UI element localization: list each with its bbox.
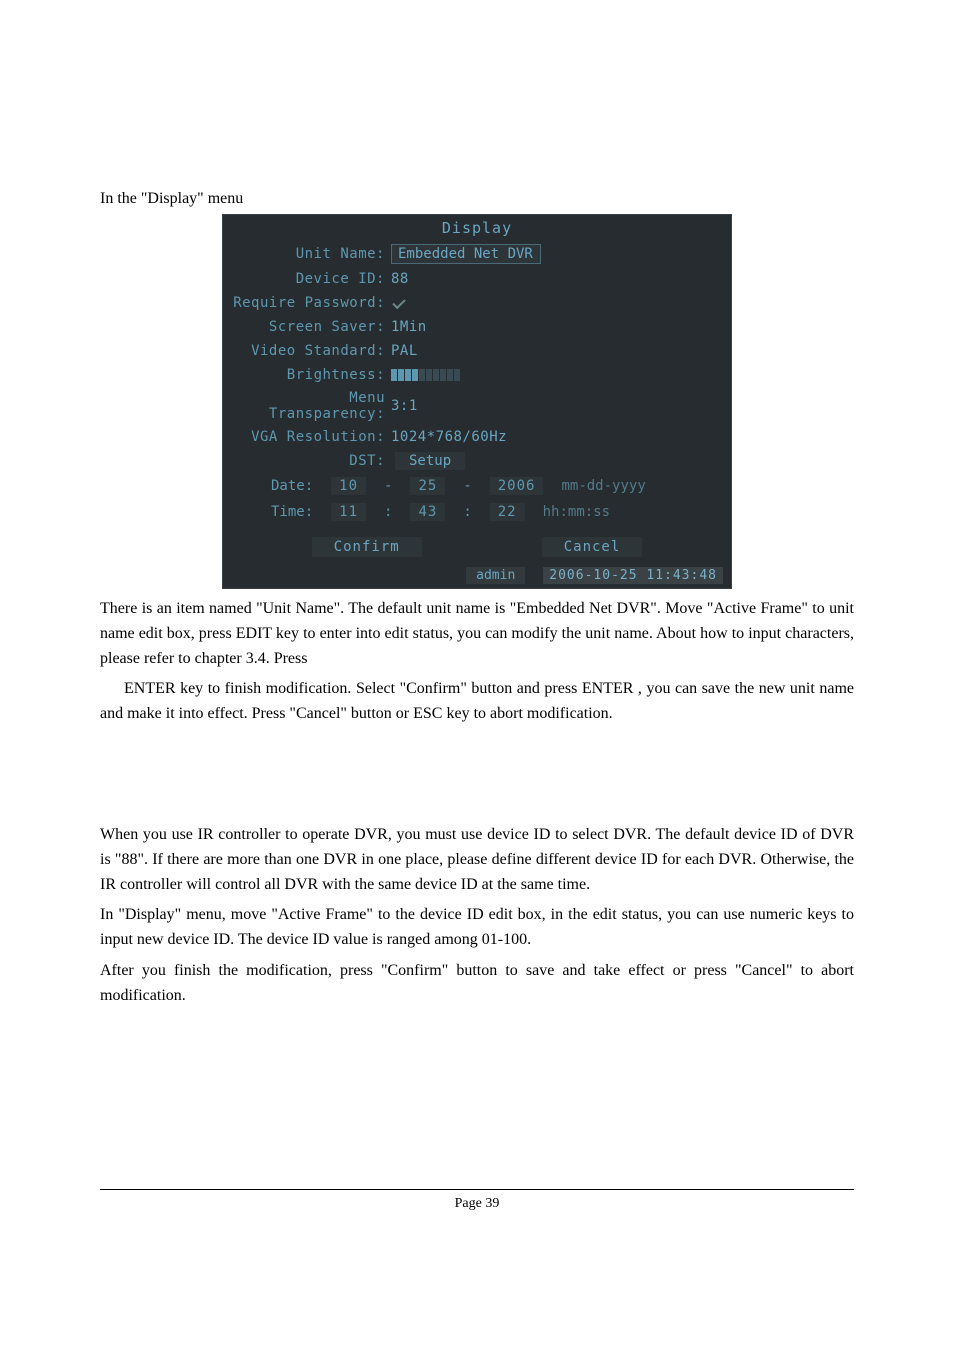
vga-resolution-value[interactable]: 1024*768/60Hz — [391, 429, 507, 445]
paragraph-1a: There is an item named "Unit Name". The … — [100, 597, 854, 671]
date-sep1: - — [384, 478, 392, 494]
time-label: Time: — [271, 504, 313, 520]
vga-resolution-label: VGA Resolution: — [231, 429, 391, 445]
time-row: Time: 11 : 43 : 22 hh:mm:ss — [223, 499, 731, 525]
dst-label: DST: — [231, 453, 391, 469]
date-sep2: - — [463, 478, 471, 494]
paragraph-1b: ENTER key to finish modification. Select… — [100, 677, 854, 727]
time-pattern: hh:mm:ss — [543, 504, 610, 520]
device-id-value[interactable]: 88 — [391, 271, 409, 287]
paragraph-4: After you finish the modification, press… — [100, 959, 854, 1009]
video-standard-value[interactable]: PAL — [391, 343, 418, 359]
menu-transparency-label: Menu Transparency: — [231, 390, 391, 422]
brightness-slider[interactable] — [391, 369, 460, 381]
page-number: Page 39 — [100, 1190, 854, 1232]
menu-transparency-value[interactable]: 3:1 — [391, 398, 418, 414]
date-year-input[interactable]: 2006 — [490, 477, 544, 495]
screen-saver-value[interactable]: 1Min — [391, 319, 427, 335]
require-password-label: Require Password: — [231, 295, 391, 311]
time-sep1: : — [384, 504, 392, 520]
screen-saver-label: Screen Saver: — [231, 319, 391, 335]
confirm-button[interactable]: Confirm — [312, 537, 422, 557]
status-user: admin — [466, 567, 525, 584]
dst-setup-button[interactable]: Setup — [395, 452, 465, 470]
status-timestamp: 2006-10-25 11:43:48 — [543, 567, 723, 584]
paragraph-2: When you use IR controller to operate DV… — [100, 823, 854, 897]
date-label: Date: — [271, 478, 313, 494]
date-pattern: mm-dd-yyyy — [561, 478, 645, 494]
paragraph-3: In "Display" menu, move "Active Frame" t… — [100, 903, 854, 953]
time-hour-input[interactable]: 11 — [331, 503, 366, 521]
device-id-label: Device ID: — [231, 271, 391, 287]
date-row: Date: 10 - 25 - 2006 mm-dd-yyyy — [223, 473, 731, 499]
video-standard-label: Video Standard: — [231, 343, 391, 359]
unit-name-input[interactable]: Embedded Net DVR — [391, 244, 541, 264]
unit-name-label: Unit Name: — [231, 246, 391, 262]
date-day-input[interactable]: 25 — [410, 477, 445, 495]
cancel-button[interactable]: Cancel — [542, 537, 643, 557]
display-settings-panel: Display Unit Name: Embedded Net DVR Devi… — [222, 214, 732, 589]
date-month-input[interactable]: 10 — [331, 477, 366, 495]
brightness-label: Brightness: — [231, 367, 391, 383]
time-min-input[interactable]: 43 — [410, 503, 445, 521]
intro-text: In the "Display" menu — [100, 190, 854, 208]
time-sec-input[interactable]: 22 — [490, 503, 525, 521]
checkmark-icon[interactable] — [391, 296, 407, 310]
panel-title: Display — [223, 215, 731, 241]
time-sep2: : — [463, 504, 471, 520]
